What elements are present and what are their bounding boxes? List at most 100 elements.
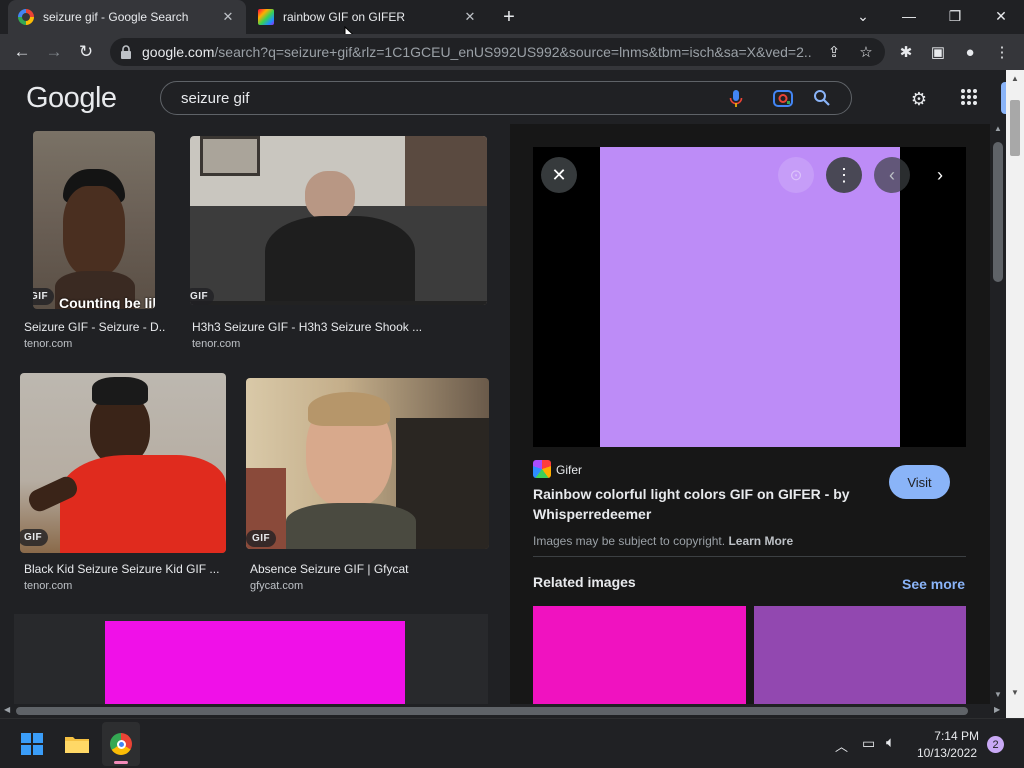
url-text[interactable]: google.com/search?q=seizure+gif&rlz=1C1G… — [142, 44, 812, 60]
see-more-link[interactable]: See more — [902, 576, 965, 592]
back-button[interactable]: ← — [10, 40, 34, 64]
result-source[interactable]: tenor.com — [24, 338, 72, 350]
tab-gifer[interactable]: rainbow GIF on GIFER ✕ — [248, 0, 488, 34]
restore-button[interactable]: ❐ — [942, 4, 968, 28]
tab-title: rainbow GIF on GIFER — [283, 10, 406, 24]
head-shape — [305, 171, 355, 221]
panel-scrollbar[interactable]: ▲ ▼ — [990, 124, 1006, 704]
result-title[interactable]: H3h3 Seizure GIF - H3h3 Seizure Shook ..… — [192, 320, 488, 334]
result-title[interactable]: Absence Seizure GIF | Gfycat — [250, 562, 488, 576]
result-source[interactable]: gfycat.com — [250, 580, 303, 592]
network-icon[interactable]: ▭ — [862, 735, 875, 752]
shirt-shape — [265, 216, 415, 305]
gif-badge: GIF — [190, 288, 215, 305]
next-image-button[interactable]: › — [922, 157, 958, 193]
gif-badge: GIF — [33, 288, 55, 305]
scroll-down-arrow-icon[interactable]: ▼ — [1011, 688, 1019, 697]
active-app-indicator — [114, 761, 128, 764]
gif-caption: Counting be like — [59, 295, 155, 309]
result-thumbnail-magenta[interactable] — [105, 621, 405, 704]
search-icon[interactable] — [813, 89, 831, 107]
google-g-icon — [18, 9, 34, 25]
close-icon[interactable]: ✕ — [462, 9, 478, 25]
related-image-thumbnail[interactable] — [533, 606, 746, 704]
browser-menu-icon[interactable]: ⋮ — [990, 40, 1014, 64]
related-image-thumbnail[interactable] — [754, 606, 966, 704]
gif-badge: GIF — [20, 529, 49, 546]
microphone-icon[interactable] — [728, 89, 744, 109]
divider — [533, 556, 966, 557]
url-domain: google.com — [142, 44, 215, 60]
scroll-right-arrow-icon[interactable]: ▶ — [994, 705, 1000, 714]
result-thumbnail[interactable]: GIF — [190, 136, 487, 305]
file-explorer-icon[interactable] — [64, 734, 90, 754]
tab-title: seizure gif - Google Search — [43, 10, 189, 24]
side-panel-icon[interactable]: ▣ — [926, 40, 950, 64]
extensions-puzzle-icon[interactable]: ✱ — [894, 40, 918, 64]
horizontal-scroll-thumb[interactable] — [16, 707, 968, 715]
new-tab-button[interactable]: + — [498, 6, 520, 28]
preview-image[interactable] — [600, 147, 900, 447]
panel-scroll-thumb[interactable] — [993, 142, 1003, 282]
copyright-text: Images may be subject to copyright. — [533, 534, 726, 548]
search-box[interactable] — [160, 81, 852, 115]
result-title[interactable]: Seizure GIF - Seizure - D... — [24, 320, 166, 334]
result-thumbnail[interactable]: GIF — [246, 378, 489, 549]
thumb-edge — [190, 301, 487, 305]
gifer-site-icon — [533, 460, 551, 478]
forward-button[interactable]: → — [42, 40, 66, 64]
previous-image-button[interactable]: ‹ — [874, 157, 910, 193]
face-shape — [63, 186, 125, 276]
hair-shape — [92, 377, 148, 405]
result-source[interactable]: tenor.com — [24, 580, 72, 592]
image-title[interactable]: Rainbow colorful light colors GIF on GIF… — [533, 484, 873, 524]
reload-button[interactable]: ↻ — [74, 40, 98, 64]
google-apps-grid-icon[interactable] — [960, 88, 978, 106]
share-icon[interactable]: ⇪ — [822, 40, 846, 64]
red-shirt-shape — [60, 455, 226, 553]
bookmark-star-icon[interactable]: ☆ — [854, 40, 878, 64]
clock-date[interactable]: 10/13/2022 — [911, 746, 977, 760]
related-images-heading: Related images — [533, 574, 636, 590]
tab-google-search[interactable]: seizure gif - Google Search ✕ — [8, 0, 246, 34]
notification-badge[interactable]: 2 — [987, 736, 1004, 753]
minimize-button[interactable]: — — [896, 4, 922, 28]
result-title[interactable]: Black Kid Seizure Seizure Kid GIF ... — [24, 562, 224, 576]
scroll-up-arrow-icon[interactable]: ▲ — [994, 124, 1002, 133]
url-path: /search?q=seizure+gif&rlz=1C1GCEU_enUS99… — [214, 44, 812, 60]
close-preview-button[interactable]: ✕ — [541, 157, 577, 193]
scroll-left-arrow-icon[interactable]: ◀ — [4, 705, 10, 714]
chrome-icon — [110, 733, 132, 755]
result-thumbnail[interactable]: Counting be like GIF — [33, 131, 155, 309]
page-vertical-scrollbar[interactable]: ▲ ▼ — [1006, 70, 1024, 718]
search-input[interactable]: seizure gif — [181, 90, 249, 107]
result-thumbnail[interactable]: GIF — [20, 373, 226, 553]
shirt-shape — [286, 503, 416, 549]
close-icon[interactable]: ✕ — [220, 9, 236, 25]
windows-start-icon[interactable] — [21, 733, 43, 755]
page-scroll-thumb[interactable] — [1010, 100, 1020, 156]
window-close-button[interactable]: ✕ — [988, 4, 1014, 28]
settings-gear-icon[interactable]: ⚙ — [907, 87, 931, 111]
result-source[interactable]: tenor.com — [192, 338, 240, 350]
lens-camera-icon[interactable] — [772, 88, 794, 108]
lens-search-button[interactable]: ⊙ — [778, 157, 814, 193]
profile-icon[interactable]: ● — [958, 40, 982, 64]
volume-icon[interactable]: 🔈︎ — [886, 734, 895, 751]
gif-badge: GIF — [246, 530, 277, 547]
chevron-up-icon[interactable]: ︿ — [835, 736, 848, 755]
scroll-down-arrow-icon[interactable]: ▼ — [994, 690, 1002, 699]
horizontal-scrollbar[interactable]: ◀ ▶ — [0, 704, 1006, 718]
scroll-up-arrow-icon[interactable]: ▲ — [1011, 74, 1019, 83]
visit-button[interactable]: Visit — [889, 465, 950, 499]
clock-time[interactable]: 7:14 PM — [929, 729, 979, 743]
more-options-button[interactable]: ⋮ — [826, 157, 862, 193]
lock-icon[interactable] — [118, 44, 134, 60]
learn-more-link[interactable]: Learn More — [728, 534, 793, 548]
google-logo[interactable]: Google — [26, 82, 117, 115]
tab-search-chevron-icon[interactable]: ⌄ — [850, 4, 876, 28]
picture-frame-shape — [200, 136, 260, 176]
site-name[interactable]: Gifer — [556, 463, 582, 477]
chrome-icon-center — [116, 739, 126, 749]
copyright-notice: Images may be subject to copyright. Lear… — [533, 534, 793, 548]
